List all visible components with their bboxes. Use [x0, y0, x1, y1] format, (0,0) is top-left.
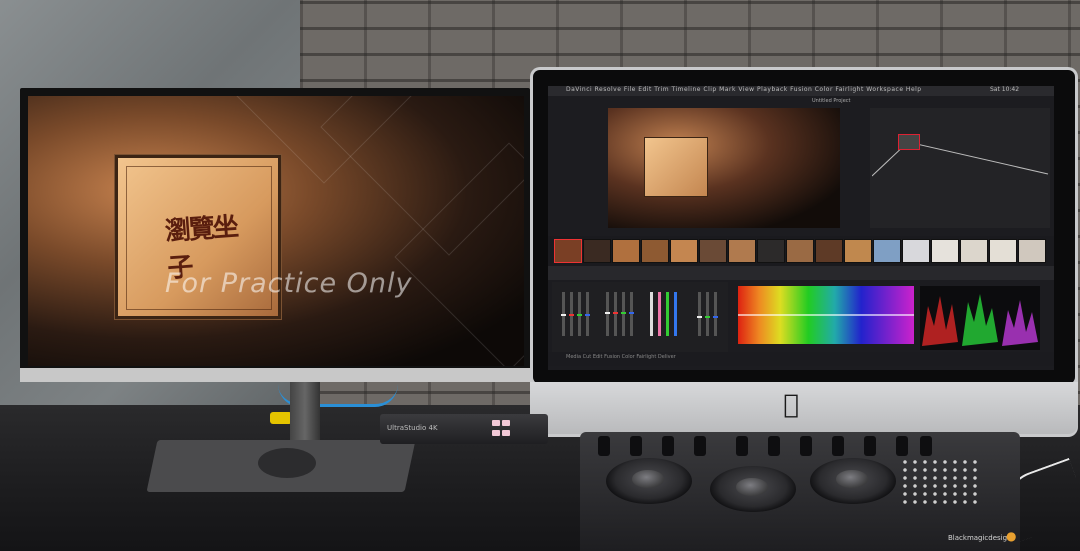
primary-bars-lift[interactable]: [558, 290, 592, 336]
timeline-clip[interactable]: [728, 239, 756, 263]
trackball-core: [736, 478, 768, 496]
bar-marker: [577, 314, 582, 316]
bar: [614, 292, 617, 336]
timeline-clip[interactable]: [1018, 239, 1046, 263]
bar-marker: [621, 312, 626, 314]
bar-marker: [697, 316, 702, 318]
timeline-clip[interactable]: [641, 239, 669, 263]
panel-knob[interactable]: [662, 436, 674, 456]
calligraphy-logo: 瀏覽坐子: [163, 212, 238, 285]
panel-knob[interactable]: [768, 436, 780, 456]
bar: [698, 292, 701, 336]
timeline-clip[interactable]: [699, 239, 727, 263]
brand-label: Blackmagicdesign: [948, 534, 1012, 542]
bar: [674, 292, 677, 336]
panel-knob[interactable]: [864, 436, 876, 456]
node[interactable]: [898, 134, 920, 150]
panel-knob[interactable]: [920, 436, 932, 456]
bar-marker: [713, 316, 718, 318]
timeline-clip[interactable]: [960, 239, 988, 263]
panel-knob[interactable]: [598, 436, 610, 456]
viewer-title: Untitled Project: [812, 98, 851, 104]
rgb-parade-scope: [920, 286, 1040, 350]
bar-marker: [561, 314, 566, 316]
panel-knob[interactable]: [630, 436, 642, 456]
bar-marker: [585, 314, 590, 316]
bar: [606, 292, 609, 336]
timeline-clip[interactable]: [670, 239, 698, 263]
left-monitor-chin: [20, 368, 530, 382]
timeline-clip[interactable]: [612, 239, 640, 263]
blackmagic-logo-icon: ●: [1006, 529, 1017, 543]
trackball-core: [632, 470, 664, 488]
color-toolbar[interactable]: [548, 266, 1054, 280]
primary-bars-gamma[interactable]: [602, 290, 636, 336]
panel-knob[interactable]: [896, 436, 908, 456]
bar-marker: [705, 316, 710, 318]
monitor-foot: [258, 448, 316, 478]
timeline-clip[interactable]: [583, 239, 611, 263]
device-button[interactable]: [502, 430, 510, 436]
bar-marker: [605, 312, 610, 314]
timeline-clip[interactable]: [554, 239, 582, 263]
panel-knob[interactable]: [800, 436, 812, 456]
device-button[interactable]: [502, 420, 510, 426]
timeline-clip[interactable]: [873, 239, 901, 263]
bar-marker: [613, 312, 618, 314]
bar: [714, 292, 717, 336]
menu-bar-text[interactable]: DaVinci Resolve File Edit Trim Timeline …: [566, 86, 922, 93]
timeline-clip[interactable]: [815, 239, 843, 263]
bar: [630, 292, 633, 336]
viewer-pane[interactable]: [608, 108, 840, 228]
device-button[interactable]: [492, 420, 500, 426]
watermark-text: For Practice Only: [165, 268, 413, 299]
ultrastudio-label: UltraStudio 4K: [387, 424, 438, 432]
bar: [622, 292, 625, 336]
bar: [658, 292, 661, 336]
device-button[interactable]: [492, 430, 500, 436]
panel-knob[interactable]: [694, 436, 706, 456]
imac-chin: [530, 382, 1078, 434]
panel-knob[interactable]: [832, 436, 844, 456]
viewer-framed-card: [645, 138, 707, 196]
timeline-clip[interactable]: [786, 239, 814, 263]
trackball-core: [836, 470, 868, 488]
bar-marker: [629, 312, 634, 314]
bar-marker: [569, 314, 574, 316]
timeline-clip[interactable]: [989, 239, 1017, 263]
menu-bar-clock: Sat 10:42: [990, 86, 1020, 93]
primary-bars-gain[interactable]: [646, 290, 680, 336]
timeline-clip[interactable]: [931, 239, 959, 263]
panel-keypad[interactable]: [900, 458, 980, 506]
hue-curve-line: [738, 314, 914, 316]
primary-bars-offset[interactable]: [694, 290, 728, 336]
apple-logo-icon: : [778, 390, 804, 420]
timeline-clip[interactable]: [844, 239, 872, 263]
bar: [666, 292, 669, 336]
yellow-clip: [270, 412, 292, 424]
page-navigation-labels[interactable]: Media Cut Edit Fusion Color Fairlight De…: [566, 354, 676, 360]
timeline-clip[interactable]: [902, 239, 930, 263]
bar: [650, 292, 653, 336]
panel-knob[interactable]: [736, 436, 748, 456]
timeline-clip[interactable]: [757, 239, 785, 263]
bar: [706, 292, 709, 336]
